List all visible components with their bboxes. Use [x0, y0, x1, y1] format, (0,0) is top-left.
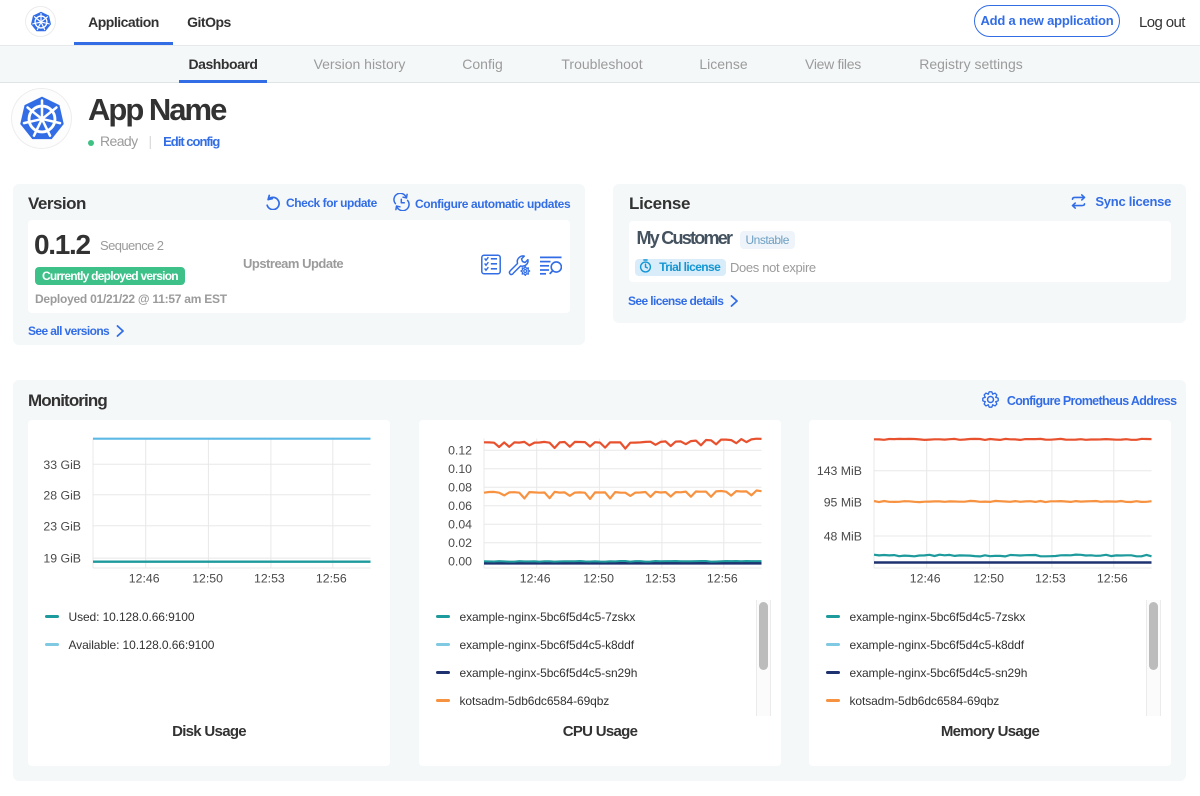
svg-text:12:53: 12:53 — [1035, 572, 1066, 586]
svg-text:12:46: 12:46 — [129, 572, 160, 586]
svg-text:12:53: 12:53 — [254, 572, 285, 586]
svg-text:28 GiB: 28 GiB — [43, 488, 81, 502]
svg-text:12:56: 12:56 — [316, 572, 347, 586]
svg-text:0.04: 0.04 — [448, 518, 472, 532]
svg-text:0.10: 0.10 — [448, 462, 472, 476]
svg-text:48 MiB: 48 MiB — [824, 530, 862, 544]
svg-text:12:50: 12:50 — [973, 572, 1004, 586]
svg-text:23 GiB: 23 GiB — [43, 519, 81, 533]
svg-text:12:56: 12:56 — [1097, 572, 1128, 586]
svg-text:95 MiB: 95 MiB — [824, 496, 862, 510]
svg-text:12:50: 12:50 — [192, 572, 223, 586]
svg-text:0.12: 0.12 — [448, 444, 472, 458]
svg-text:12:50: 12:50 — [583, 572, 614, 586]
svg-text:0.08: 0.08 — [448, 481, 472, 495]
svg-text:12:46: 12:46 — [520, 572, 551, 586]
svg-text:0.06: 0.06 — [448, 499, 472, 513]
svg-text:12:46: 12:46 — [910, 572, 941, 586]
svg-text:12:53: 12:53 — [645, 572, 676, 586]
svg-text:19 GiB: 19 GiB — [43, 552, 81, 566]
svg-text:33 GiB: 33 GiB — [43, 458, 81, 472]
svg-text:12:56: 12:56 — [707, 572, 738, 586]
svg-text:143 MiB: 143 MiB — [817, 464, 862, 478]
svg-text:0.00: 0.00 — [448, 555, 472, 569]
svg-text:0.02: 0.02 — [448, 536, 472, 550]
